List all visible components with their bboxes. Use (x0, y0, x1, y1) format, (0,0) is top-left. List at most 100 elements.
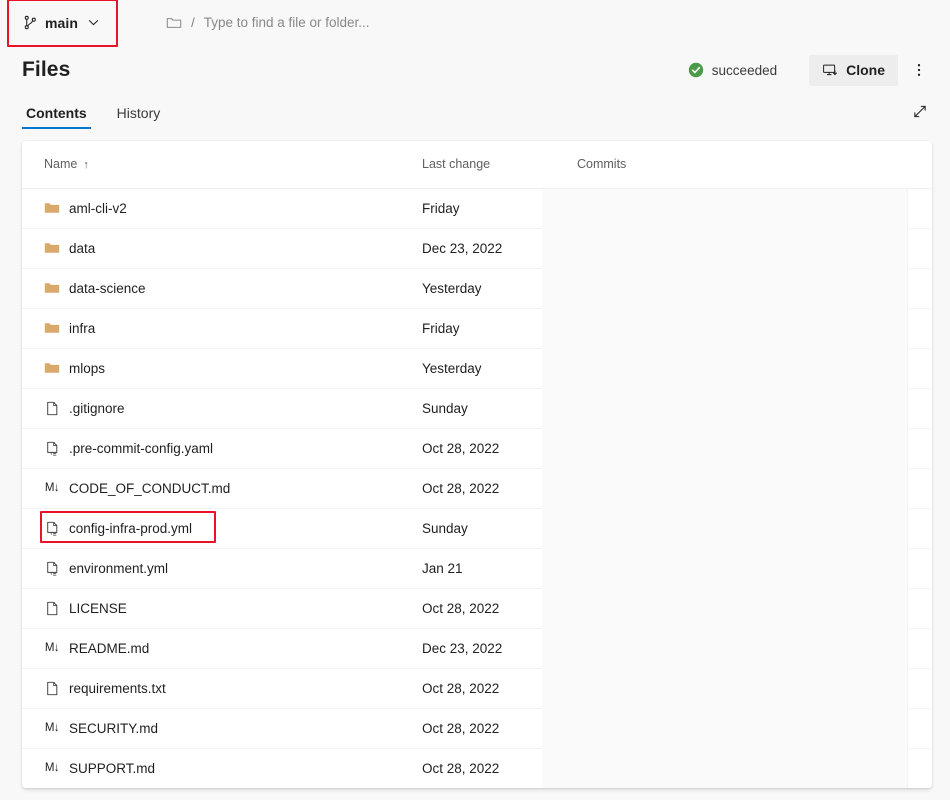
cell-last-change: Oct 28, 2022 (400, 588, 555, 628)
cell-commits (555, 588, 932, 628)
file-entry: M↓ SUPPORT.md (44, 760, 400, 776)
file-name-link[interactable]: data (69, 241, 95, 256)
column-header-commits[interactable]: Commits (555, 141, 932, 188)
file-icon (44, 680, 60, 696)
cell-commits (555, 268, 932, 308)
table-row[interactable]: dataDec 23, 2022 (22, 228, 932, 268)
file-entry: aml-cli-v2 (44, 200, 400, 216)
cell-commits (555, 348, 932, 388)
top-bar: main / (0, 0, 950, 45)
column-header-last-change[interactable]: Last change (400, 141, 555, 188)
cell-commits (555, 708, 932, 748)
yaml-file-icon: Y (44, 520, 60, 536)
file-name-link[interactable]: requirements.txt (69, 681, 166, 696)
cell-commits (555, 748, 932, 788)
file-icon (44, 600, 60, 616)
file-icon (44, 400, 60, 416)
table-row[interactable]: M↓CODE_OF_CONDUCT.mdOct 28, 2022 (22, 468, 932, 508)
cell-last-change: Oct 28, 2022 (400, 468, 555, 508)
cell-last-change: Yesterday (400, 348, 555, 388)
table-row[interactable]: mlops Yesterday (22, 348, 932, 388)
file-name-link[interactable]: data-science (69, 281, 146, 296)
folder-icon (44, 280, 60, 296)
cell-name: Y .pre-commit-config.yaml (22, 428, 400, 468)
cell-name: M↓CODE_OF_CONDUCT.md (22, 468, 400, 508)
cell-name: M↓ README.md (22, 628, 400, 668)
status-badge[interactable]: succeeded (678, 58, 787, 82)
file-name-link[interactable]: config-infra-prod.yml (69, 521, 192, 536)
file-name-link[interactable]: CODE_OF_CONDUCT.md (69, 481, 230, 496)
cell-name: LICENSE (22, 588, 400, 628)
expand-view-button[interactable] (906, 97, 934, 125)
tab-contents[interactable]: Contents (22, 106, 91, 129)
folder-icon[interactable] (166, 15, 182, 31)
folder-icon (44, 200, 60, 216)
branch-name-label: main (45, 15, 78, 31)
table-row[interactable]: Yconfig-infra-prod.yml Sunday (22, 508, 932, 548)
svg-text:Y: Y (49, 450, 52, 455)
table-row[interactable]: M↓ README.md Dec 23, 2022 (22, 628, 932, 668)
file-name-link[interactable]: .gitignore (69, 401, 125, 416)
table-row[interactable]: M↓SECURITY.mdOct 28, 2022 (22, 708, 932, 748)
table-row[interactable]: Yenvironment.ymlJan 21 (22, 548, 932, 588)
branch-selector[interactable]: main (14, 8, 110, 38)
table-row[interactable]: LICENSE Oct 28, 2022 (22, 588, 932, 628)
cell-commits (555, 668, 932, 708)
more-actions-button[interactable] (904, 55, 934, 85)
branch-selector-wrapper: main (14, 8, 110, 38)
files-table-head: Name↑ Last change Commits (22, 141, 932, 188)
file-entry: M↓SECURITY.md (44, 720, 400, 736)
page-header: Files succeeded Clone (0, 45, 950, 89)
clone-button[interactable]: Clone (809, 55, 898, 86)
cell-name: Yenvironment.yml (22, 548, 400, 588)
file-entry: M↓ README.md (44, 640, 400, 656)
file-entry: M↓CODE_OF_CONDUCT.md (44, 480, 400, 496)
cell-last-change: Dec 23, 2022 (400, 628, 555, 668)
file-name-link[interactable]: SECURITY.md (69, 721, 158, 736)
cell-commits (555, 628, 932, 668)
table-row[interactable]: M↓SUPPORT.mdOct 28, 2022 (22, 748, 932, 788)
table-row[interactable]: Y .pre-commit-config.yaml Oct 28, 2022 (22, 428, 932, 468)
cell-name: M↓SECURITY.md (22, 708, 400, 748)
files-table-body: aml-cli-v2FridaydataDec 23, 2022data-sci… (22, 188, 932, 788)
file-name-link[interactable]: environment.yml (69, 561, 168, 576)
clone-button-label: Clone (846, 62, 885, 78)
status-label: succeeded (712, 63, 777, 78)
table-row[interactable]: data-scienceYesterday (22, 268, 932, 308)
file-entry: LICENSE (44, 600, 400, 616)
yaml-file-icon: Y (44, 440, 60, 456)
cell-name: mlops (22, 348, 400, 388)
expand-diagonal-icon (912, 103, 928, 119)
more-vertical-icon (911, 62, 927, 78)
file-name-link[interactable]: aml-cli-v2 (69, 201, 127, 216)
cell-last-change: Oct 28, 2022 (400, 668, 555, 708)
yaml-file-icon: Y (44, 560, 60, 576)
file-name-link[interactable]: mlops (69, 361, 105, 376)
cell-commits (555, 428, 932, 468)
file-name-link[interactable]: LICENSE (69, 601, 127, 616)
file-name-link[interactable]: SUPPORT.md (69, 761, 155, 776)
table-row[interactable]: .gitignoreSunday (22, 388, 932, 428)
file-entry: Y .pre-commit-config.yaml (44, 440, 400, 456)
table-row[interactable]: requirements.txt Oct 28, 2022 (22, 668, 932, 708)
cell-last-change: Oct 28, 2022 (400, 428, 555, 468)
file-name-link[interactable]: infra (69, 321, 95, 336)
column-header-name[interactable]: Name↑ (22, 141, 400, 188)
markdown-icon: M↓ (44, 640, 60, 656)
breadcrumb-separator: / (191, 15, 195, 30)
cell-last-change: Sunday (400, 508, 555, 548)
file-entry: data (44, 240, 400, 256)
cell-name: infra (22, 308, 400, 348)
cell-name: .gitignore (22, 388, 400, 428)
tab-history[interactable]: History (113, 106, 165, 129)
table-row[interactable]: aml-cli-v2Friday (22, 188, 932, 228)
svg-text:Y: Y (49, 530, 52, 535)
table-row[interactable]: infraFriday (22, 308, 932, 348)
file-name-link[interactable]: .pre-commit-config.yaml (69, 441, 213, 456)
table-header-row: Name↑ Last change Commits (22, 141, 932, 188)
file-entry: Yenvironment.yml (44, 560, 400, 576)
markdown-icon: M↓ (44, 760, 60, 776)
file-name-link[interactable]: README.md (69, 641, 149, 656)
search-input[interactable] (204, 15, 534, 30)
file-entry: requirements.txt (44, 680, 400, 696)
